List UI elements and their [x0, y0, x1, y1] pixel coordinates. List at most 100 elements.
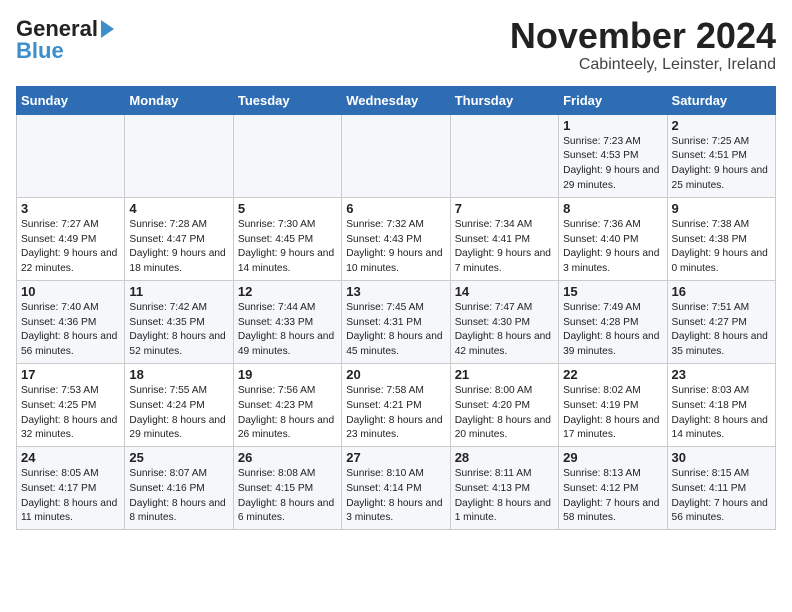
day-info: Sunrise: 8:10 AM Sunset: 4:14 PM Dayligh… [346, 467, 445, 526]
table-row: 12Sunrise: 7:44 AM Sunset: 4:33 PM Dayli… [233, 280, 341, 363]
subtitle: Cabinteely, Leinster, Ireland [510, 56, 776, 74]
day-number: 8 [563, 201, 662, 216]
table-row: 30 Sunrise: 8:15 AM Sunset: 4:11 PM Dayli… [667, 447, 775, 530]
day-number: 10 [21, 284, 120, 299]
table-row: 28 Sunrise: 8:11 AM Sunset: 4:13 PM Dayli… [450, 447, 558, 530]
day-info: Sunrise: 8:11 AM Sunset: 4:13 PM Dayligh… [455, 467, 554, 526]
table-row: 25 Sunrise: 8:07 AM Sunset: 4:16 PM Dayli… [125, 447, 233, 530]
table-row: 17 Sunrise: 7:53 AM Sunset: 4:25 PM Dayli… [17, 363, 125, 446]
day-info: Sunrise: 7:30 AM Sunset: 4:45 PM Dayligh… [238, 218, 337, 277]
day-number: 17 [21, 367, 120, 382]
logo: General Blue [16, 16, 114, 64]
table-row: 26 Sunrise: 8:08 AM Sunset: 4:15 PM Dayli… [233, 447, 341, 530]
table-row: 16 Sunrise: 7:51 AM Sunset: 4:27 PM Dayli… [667, 280, 775, 363]
day-info: Sunrise: 8:05 AM Sunset: 4:17 PM Dayligh… [21, 467, 120, 526]
table-row: 9 Sunrise: 7:38 AM Sunset: 4:38 PM Daylig… [667, 197, 775, 280]
day-number: 15 [563, 284, 662, 299]
day-info: Sunrise: 8:08 AM Sunset: 4:15 PM Dayligh… [238, 467, 337, 526]
week-row-2: 10 Sunrise: 7:40 AM Sunset: 4:36 PM Dayli… [17, 280, 776, 363]
table-row [17, 114, 125, 197]
logo-blue: Blue [16, 38, 64, 64]
day-info: Sunrise: 7:34 AM Sunset: 4:41 PM Dayligh… [455, 218, 554, 277]
day-info: Sunrise: 7:38 AM Sunset: 4:38 PM Dayligh… [672, 218, 771, 277]
week-row-0: 1Sunrise: 7:23 AM Sunset: 4:53 PM Daylig… [17, 114, 776, 197]
day-info: Sunrise: 7:55 AM Sunset: 4:24 PM Dayligh… [129, 384, 228, 443]
col-thursday: Thursday [450, 86, 558, 114]
day-number: 26 [238, 450, 337, 465]
day-number: 12 [238, 284, 337, 299]
table-row: 18Sunrise: 7:55 AM Sunset: 4:24 PM Dayli… [125, 363, 233, 446]
day-info: Sunrise: 8:03 AM Sunset: 4:18 PM Dayligh… [672, 384, 771, 443]
calendar-table: Sunday Monday Tuesday Wednesday Thursday… [16, 86, 776, 531]
day-number: 23 [672, 367, 771, 382]
day-number: 2 [672, 118, 771, 133]
table-row: 5 Sunrise: 7:30 AM Sunset: 4:45 PM Daylig… [233, 197, 341, 280]
logo-arrow-icon [101, 20, 114, 38]
page: General Blue November 2024 Cabinteely, L… [0, 0, 792, 538]
day-info: Sunrise: 8:13 AM Sunset: 4:12 PM Dayligh… [563, 467, 662, 526]
table-row [342, 114, 450, 197]
week-row-3: 17 Sunrise: 7:53 AM Sunset: 4:25 PM Dayli… [17, 363, 776, 446]
header: General Blue November 2024 Cabinteely, L… [16, 16, 776, 74]
day-info: Sunrise: 7:51 AM Sunset: 4:27 PM Dayligh… [672, 301, 771, 360]
day-info: Sunrise: 8:00 AM Sunset: 4:20 PM Dayligh… [455, 384, 554, 443]
col-sunday: Sunday [17, 86, 125, 114]
day-number: 28 [455, 450, 554, 465]
day-number: 29 [563, 450, 662, 465]
day-info: Sunrise: 7:49 AM Sunset: 4:28 PM Dayligh… [563, 301, 662, 360]
day-info: Sunrise: 8:02 AM Sunset: 4:19 PM Dayligh… [563, 384, 662, 443]
table-row: 4Sunrise: 7:28 AM Sunset: 4:47 PM Daylig… [125, 197, 233, 280]
day-info: Sunrise: 7:58 AM Sunset: 4:21 PM Dayligh… [346, 384, 445, 443]
day-number: 16 [672, 284, 771, 299]
day-info: Sunrise: 8:07 AM Sunset: 4:16 PM Dayligh… [129, 467, 228, 526]
table-row: 22 Sunrise: 8:02 AM Sunset: 4:19 PM Dayli… [559, 363, 667, 446]
table-row: 8 Sunrise: 7:36 AM Sunset: 4:40 PM Daylig… [559, 197, 667, 280]
table-row: 13 Sunrise: 7:45 AM Sunset: 4:31 PM Dayli… [342, 280, 450, 363]
col-friday: Friday [559, 86, 667, 114]
day-info: Sunrise: 7:40 AM Sunset: 4:36 PM Dayligh… [21, 301, 120, 360]
day-number: 21 [455, 367, 554, 382]
day-number: 25 [129, 450, 228, 465]
calendar-header-row: Sunday Monday Tuesday Wednesday Thursday… [17, 86, 776, 114]
table-row: 19Sunrise: 7:56 AM Sunset: 4:23 PM Dayli… [233, 363, 341, 446]
day-number: 24 [21, 450, 120, 465]
table-row [233, 114, 341, 197]
table-row: 14 Sunrise: 7:47 AM Sunset: 4:30 PM Dayli… [450, 280, 558, 363]
day-info: Sunrise: 7:27 AM Sunset: 4:49 PM Dayligh… [21, 218, 120, 277]
table-row: 6Sunrise: 7:32 AM Sunset: 4:43 PM Daylig… [342, 197, 450, 280]
table-row: 2Sunrise: 7:25 AM Sunset: 4:51 PM Daylig… [667, 114, 775, 197]
table-row [125, 114, 233, 197]
day-info: Sunrise: 8:15 AM Sunset: 4:11 PM Dayligh… [672, 467, 771, 526]
day-number: 6 [346, 201, 445, 216]
day-number: 13 [346, 284, 445, 299]
day-number: 20 [346, 367, 445, 382]
col-monday: Monday [125, 86, 233, 114]
day-number: 22 [563, 367, 662, 382]
table-row: 23 Sunrise: 8:03 AM Sunset: 4:18 PM Dayli… [667, 363, 775, 446]
day-info: Sunrise: 7:42 AM Sunset: 4:35 PM Dayligh… [129, 301, 228, 360]
col-saturday: Saturday [667, 86, 775, 114]
day-number: 14 [455, 284, 554, 299]
table-row: 11Sunrise: 7:42 AM Sunset: 4:35 PM Dayli… [125, 280, 233, 363]
day-info: Sunrise: 7:53 AM Sunset: 4:25 PM Dayligh… [21, 384, 120, 443]
week-row-4: 24 Sunrise: 8:05 AM Sunset: 4:17 PM Dayli… [17, 447, 776, 530]
table-row: 3Sunrise: 7:27 AM Sunset: 4:49 PM Daylig… [17, 197, 125, 280]
day-number: 27 [346, 450, 445, 465]
day-info: Sunrise: 7:36 AM Sunset: 4:40 PM Dayligh… [563, 218, 662, 277]
table-row: 29 Sunrise: 8:13 AM Sunset: 4:12 PM Dayli… [559, 447, 667, 530]
day-info: Sunrise: 7:47 AM Sunset: 4:30 PM Dayligh… [455, 301, 554, 360]
table-row: 1Sunrise: 7:23 AM Sunset: 4:53 PM Daylig… [559, 114, 667, 197]
day-number: 19 [238, 367, 337, 382]
title-area: November 2024 Cabinteely, Leinster, Irel… [510, 16, 776, 74]
col-wednesday: Wednesday [342, 86, 450, 114]
day-number: 5 [238, 201, 337, 216]
table-row: 7Sunrise: 7:34 AM Sunset: 4:41 PM Daylig… [450, 197, 558, 280]
table-row: 15 Sunrise: 7:49 AM Sunset: 4:28 PM Dayli… [559, 280, 667, 363]
day-number: 9 [672, 201, 771, 216]
table-row: 21 Sunrise: 8:00 AM Sunset: 4:20 PM Dayli… [450, 363, 558, 446]
day-number: 30 [672, 450, 771, 465]
day-info: Sunrise: 7:45 AM Sunset: 4:31 PM Dayligh… [346, 301, 445, 360]
table-row [450, 114, 558, 197]
day-number: 1 [563, 118, 662, 133]
table-row: 10 Sunrise: 7:40 AM Sunset: 4:36 PM Dayli… [17, 280, 125, 363]
